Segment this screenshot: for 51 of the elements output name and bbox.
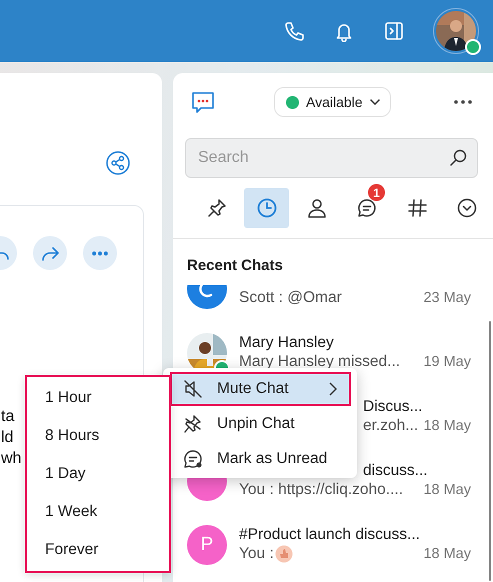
more-button[interactable] bbox=[83, 236, 117, 270]
chat-dot-icon bbox=[182, 448, 204, 470]
menu-item[interactable]: Forever bbox=[27, 531, 169, 569]
search-field[interactable]: Search bbox=[185, 138, 478, 178]
mute-icon bbox=[182, 378, 204, 400]
avatar: P bbox=[187, 525, 227, 565]
profile-avatar[interactable] bbox=[433, 8, 479, 54]
count-badge: 1 bbox=[368, 184, 385, 201]
chat-row[interactable]: P #Product launch discuss... You : 18 May bbox=[173, 515, 493, 579]
message-text: ld bbox=[1, 428, 14, 448]
chat-date: 18 May bbox=[423, 546, 471, 562]
menu-item[interactable]: 1 Hour bbox=[27, 379, 169, 417]
share-icon[interactable] bbox=[106, 151, 130, 175]
chat-row[interactable]: Scott : @Omar 23 May bbox=[173, 285, 493, 323]
chevron-down-icon bbox=[456, 197, 478, 219]
status-dropdown[interactable]: Available bbox=[274, 87, 391, 117]
section-title: Recent Chats bbox=[186, 256, 284, 276]
chat-title: Mary Hansley bbox=[239, 334, 334, 352]
message-preview: You : https://cliq.zoho.... bbox=[239, 480, 403, 498]
menu-item[interactable]: 8 Hours bbox=[27, 417, 169, 455]
caret-icon bbox=[370, 99, 380, 105]
menu-item[interactable]: Unpin Chat bbox=[170, 407, 351, 441]
phone-icon[interactable] bbox=[283, 20, 305, 42]
scrollbar[interactable] bbox=[489, 321, 491, 581]
menu-item[interactable]: Mark as Unread bbox=[170, 442, 351, 476]
chat-title: #Product launch discuss... bbox=[239, 526, 420, 544]
forward-button[interactable] bbox=[33, 236, 67, 270]
chat-date: 19 May bbox=[423, 354, 471, 370]
chat-bubble-icon bbox=[190, 90, 216, 114]
message-preview: You : bbox=[239, 544, 274, 562]
more-icon bbox=[92, 250, 108, 256]
message-preview: Mary Hansley missed... bbox=[239, 352, 400, 370]
person-icon bbox=[306, 197, 328, 219]
pin-icon bbox=[206, 197, 228, 219]
clock-icon bbox=[256, 197, 278, 219]
chat-date: 18 May bbox=[423, 482, 471, 498]
chat-date: 18 May bbox=[423, 418, 471, 434]
panel-icon[interactable] bbox=[383, 20, 405, 42]
message-preview: er.zoh... bbox=[363, 416, 418, 434]
chat-title: discuss... bbox=[363, 462, 428, 480]
message-text: ta bbox=[1, 407, 16, 427]
menu-item[interactable]: Mute Chat bbox=[170, 372, 351, 406]
message-text: wh bbox=[1, 449, 22, 469]
menu-item[interactable]: 1 Day bbox=[27, 455, 169, 493]
menu-item[interactable]: 1 Week bbox=[27, 493, 169, 531]
message-preview: Scott : @Omar bbox=[239, 288, 342, 306]
search-icon bbox=[448, 148, 468, 168]
chat-icon bbox=[356, 197, 378, 219]
chat-title: Discus... bbox=[363, 398, 422, 416]
hash-icon bbox=[406, 197, 428, 219]
chat-date: 23 May bbox=[423, 290, 471, 306]
